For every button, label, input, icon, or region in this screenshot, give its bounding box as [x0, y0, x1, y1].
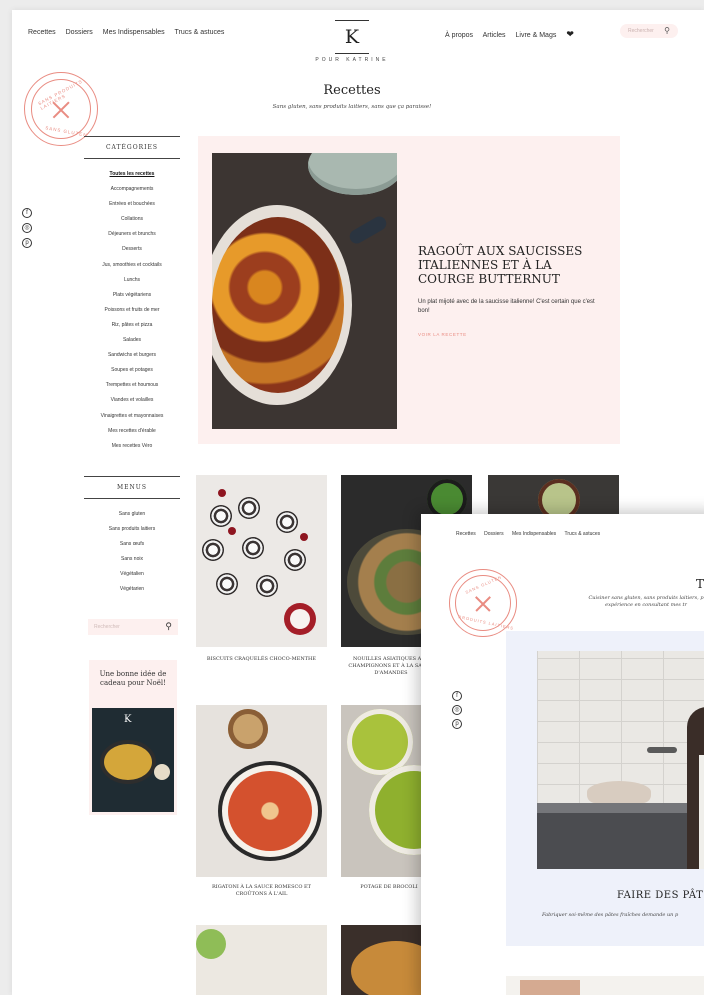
nav-item-livre[interactable]: Livre & Mags: [516, 32, 557, 39]
nav-item-trucs[interactable]: Trucs & astuces: [564, 531, 600, 537]
cookbook-cover[interactable]: K: [92, 708, 174, 812]
menu-link[interactable]: Sans noix: [84, 552, 180, 567]
category-link[interactable]: Lunchs: [84, 273, 180, 288]
nav-item-articles[interactable]: Articles: [483, 32, 506, 39]
stamp-text-top: SANS GLUTEN: [464, 574, 503, 595]
recipe-card-title[interactable]: RIGATONI À LA SAUCE ROMESCO ET CROÛTONS …: [196, 884, 327, 898]
category-link[interactable]: Mes recettes d'érable: [84, 424, 180, 439]
nav-item-dossiers[interactable]: Dossiers: [66, 29, 93, 36]
featured-recipe-title[interactable]: RAGOÛT AUX SAUCISSES ITALIENNES ET À LA …: [418, 244, 608, 286]
sidebar-search-placeholder: Rechercher: [94, 624, 120, 630]
recipe-card-image[interactable]: [196, 705, 327, 877]
category-link[interactable]: Entrées et bouchées: [84, 197, 180, 212]
book-logo-letter: K: [124, 714, 132, 725]
featured-recipe-image[interactable]: [212, 153, 397, 429]
recipe-card-image[interactable]: [196, 925, 327, 995]
featured-article: FAIRE DES PÂT Fabriquer soi-même des pât…: [506, 631, 704, 946]
secondary-nav: À propos Articles Livre & Mags ❤: [445, 29, 582, 40]
main-nav: Recettes Dossiers Mes Indispensables Tru…: [28, 29, 232, 36]
categories-heading: CATÉGORIES: [84, 137, 180, 159]
facebook-icon[interactable]: f: [22, 208, 32, 218]
gift-title: Une bonne idée de cadeau pour Noël!: [99, 670, 167, 687]
overlay-page-subtitle: Cuisiner sans gluten, sans produits lait…: [588, 595, 704, 608]
menu-link[interactable]: Sans produits laitiers: [84, 522, 180, 537]
header-search-input[interactable]: Rechercher ⚲: [620, 24, 678, 38]
featured-recipe: RAGOÛT AUX SAUCISSES ITALIENNES ET À LA …: [198, 136, 620, 444]
page-title: Recettes: [323, 83, 381, 98]
featured-article-description: Fabriquer soi-même des pâtes fraîches de…: [542, 912, 679, 918]
sans-gluten-stamp: SANS PRODUITS LAITIERS SANS GLUTEN: [24, 72, 98, 146]
pinterest-icon[interactable]: p: [22, 238, 32, 248]
heart-icon[interactable]: ❤: [566, 29, 574, 39]
categories-list: Toutes les recettes Accompagnements Entrée…: [84, 159, 180, 454]
search-icon[interactable]: ⚲: [664, 26, 670, 35]
logo-subtitle: POUR KATRINE: [315, 57, 389, 63]
logo-letter: K: [344, 26, 360, 48]
category-link[interactable]: Vinaigrettes et mayonnaises: [84, 409, 180, 424]
nav-item-indispensables[interactable]: Mes Indispensables: [512, 531, 556, 537]
menu-link[interactable]: Sans œufs: [84, 537, 180, 552]
gift-promo[interactable]: Une bonne idée de cadeau pour Noël! K: [89, 660, 177, 815]
menus-list: Sans gluten Sans produits laitiers Sans œu…: [84, 499, 180, 598]
menu-link[interactable]: Végétarien: [84, 582, 180, 597]
stamp-text-bottom: PRODUITS LAITIERS: [458, 614, 515, 631]
overlay-homepage: Recettes Dossiers Mes Indispensables Tru…: [421, 514, 704, 995]
nav-item-trucs[interactable]: Trucs & astuces: [174, 29, 224, 36]
category-link[interactable]: Sandwichs et burgers: [84, 348, 180, 363]
menus-sidebar: MENUS Sans gluten Sans produits laitiers S…: [84, 476, 180, 598]
category-link[interactable]: Déjeuners et brunchs: [84, 227, 180, 242]
recipe-card-image[interactable]: [196, 475, 327, 647]
category-link[interactable]: Plats végétariens: [84, 288, 180, 303]
facebook-icon[interactable]: f: [452, 691, 462, 701]
site-logo[interactable]: K: [335, 20, 369, 54]
nav-item-indispensables[interactable]: Mes Indispensables: [103, 29, 165, 36]
instagram-icon[interactable]: ◎: [452, 705, 462, 715]
menu-link[interactable]: Sans gluten: [84, 507, 180, 522]
instagram-icon[interactable]: ◎: [22, 223, 32, 233]
category-link[interactable]: Salades: [84, 333, 180, 348]
category-link[interactable]: Viandes et volailles: [84, 393, 180, 408]
category-link[interactable]: Desserts: [84, 242, 180, 257]
category-link[interactable]: Accompagnements: [84, 182, 180, 197]
menus-heading: MENUS: [84, 477, 180, 499]
nav-item-dossiers[interactable]: Dossiers: [484, 531, 503, 537]
menu-link[interactable]: Végétalien: [84, 567, 180, 582]
search-icon[interactable]: ⚲: [165, 621, 172, 632]
category-link[interactable]: Mes recettes Véro: [84, 439, 180, 454]
nav-item-apropos[interactable]: À propos: [445, 32, 473, 39]
sans-gluten-stamp: SANS GLUTEN PRODUITS LAITIERS: [449, 569, 517, 637]
category-link[interactable]: Collations: [84, 212, 180, 227]
stamp-text-bottom: SANS GLUTEN: [44, 125, 88, 138]
category-link[interactable]: Soupes et potages: [84, 363, 180, 378]
recipe-card-title[interactable]: BISCUITS CRAQUELÉS CHOCO-MENTHE: [196, 656, 327, 663]
category-link[interactable]: Riz, pâtes et pizza: [84, 318, 180, 333]
categories-sidebar: CATÉGORIES Toutes les recettes Accompagne…: [84, 136, 180, 454]
overlay-page-title: T: [696, 577, 704, 591]
category-link[interactable]: Poissons et fruits de mer: [84, 303, 180, 318]
category-link[interactable]: Jus, smoothies et cocktails: [84, 258, 180, 273]
header-search-placeholder: Rechercher: [628, 28, 654, 34]
page-subtitle: Sans gluten, sans produits laitiers, san…: [272, 104, 432, 110]
pinterest-icon[interactable]: p: [452, 719, 462, 729]
featured-recipe-description: Un plat mijoté avec de la saucisse itali…: [418, 299, 595, 314]
view-recipe-link[interactable]: VOIR LA RECETTE: [418, 332, 467, 337]
category-link[interactable]: Trempettes et houmous: [84, 378, 180, 393]
featured-article-title[interactable]: FAIRE DES PÂT: [617, 890, 703, 901]
nav-item-recettes[interactable]: Recettes: [456, 531, 476, 537]
category-link[interactable]: Toutes les recettes: [84, 167, 180, 182]
sidebar-search-input[interactable]: Rechercher ⚲: [88, 619, 178, 635]
overlay-main-nav: Recettes Dossiers Mes Indispensables Tru…: [456, 531, 607, 537]
nav-item-recettes[interactable]: Recettes: [28, 29, 56, 36]
featured-article-image[interactable]: [537, 651, 704, 869]
next-article-image[interactable]: [506, 976, 704, 995]
